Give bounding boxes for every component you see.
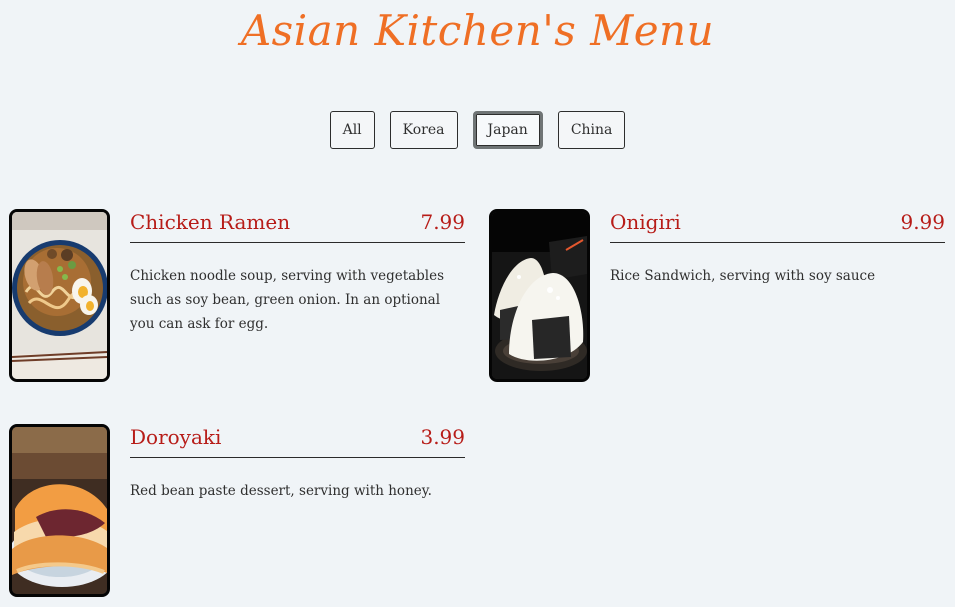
filter-all-button[interactable]: All <box>329 111 375 149</box>
menu-item-description: Chicken noodle soup, serving with vegeta… <box>130 268 445 332</box>
menu-item-onigiri: Onigiri 9.99 Rice Sandwich, serving with… <box>489 209 945 385</box>
menu-item-description: Rice Sandwich, serving with soy sauce <box>610 268 876 284</box>
onigiri-photo <box>489 209 590 382</box>
menu-item-price: 3.99 <box>420 425 465 449</box>
menu-item-header: Onigiri 9.99 <box>610 209 945 243</box>
filter-china-button[interactable]: China <box>557 111 626 149</box>
menu-item-doroyaki: Doroyaki 3.99 Red bean paste dessert, se… <box>9 424 465 600</box>
menu-item-name: Doroyaki <box>130 425 222 449</box>
menu-item-chicken-ramen: Chicken Ramen 7.99 Chicken noodle soup, … <box>9 209 465 385</box>
dorayaki-photo <box>9 424 110 597</box>
menu-item-header: Chicken Ramen 7.99 <box>130 209 465 243</box>
menu-item-info: Onigiri 9.99 Rice Sandwich, serving with… <box>610 209 945 288</box>
menu-item-info: Doroyaki 3.99 Red bean paste dessert, se… <box>130 424 465 503</box>
menu-item-name: Onigiri <box>610 210 681 234</box>
ramen-bowl-photo <box>9 209 110 382</box>
menu-item-description: Red bean paste dessert, serving with hon… <box>130 483 432 499</box>
menu-item-name: Chicken Ramen <box>130 210 291 234</box>
filter-japan-button[interactable]: Japan <box>472 111 543 149</box>
menu-item-price: 9.99 <box>900 210 945 234</box>
category-filter-bar: All Korea Japan China <box>0 111 955 149</box>
menu-item-info: Chicken Ramen 7.99 Chicken noodle soup, … <box>130 209 465 336</box>
menu-item-header: Doroyaki 3.99 <box>130 424 465 458</box>
menu-item-price: 7.99 <box>420 210 465 234</box>
filter-korea-button[interactable]: Korea <box>389 111 458 149</box>
page-title: Asian Kitchen's Menu <box>240 6 715 55</box>
